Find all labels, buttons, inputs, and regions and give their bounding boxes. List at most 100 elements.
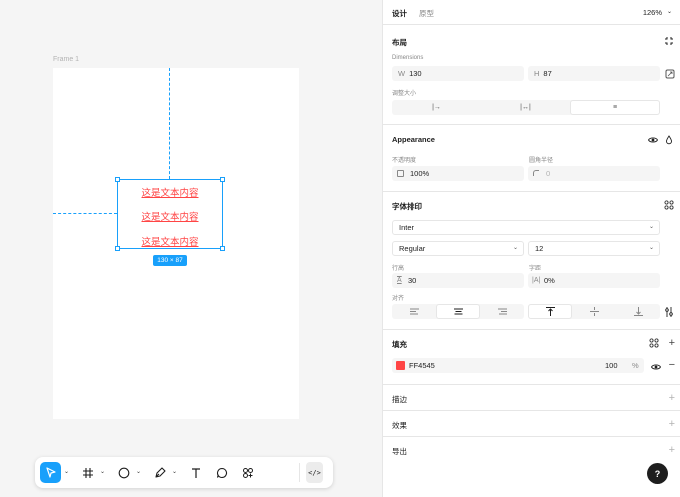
text-tool-button[interactable] [187, 462, 204, 483]
font-size-select[interactable]: 12 ⌄ [528, 241, 660, 256]
appearance-section: Appearance 不透明度 圆角半径 100% 0 [383, 125, 680, 192]
font-family-select[interactable]: Inter ⌄ [392, 220, 660, 235]
fill-color-swatch[interactable] [396, 361, 405, 370]
text-line: 这是文本内容 [141, 188, 199, 199]
resize-label: 调整大小 [392, 91, 417, 97]
height-value: 87 [543, 69, 552, 78]
stroke-title: 描边 [392, 395, 407, 404]
add-effect-icon[interactable]: + [669, 419, 675, 430]
eye-icon[interactable] [647, 134, 658, 145]
bottom-toolbar: ⌄ ⌄ ⌄ ⌄ </> [35, 457, 333, 488]
opacity-field[interactable]: 100% [392, 166, 524, 181]
remove-fill-icon[interactable]: − [669, 360, 675, 371]
align-left-button[interactable] [392, 304, 436, 319]
fill-hex-value[interactable]: FF4545 [409, 361, 435, 370]
line-height-field[interactable]: A 30 [392, 273, 524, 288]
chevron-down-icon[interactable]: ⌄ [64, 468, 69, 475]
type-styles-icon[interactable] [664, 200, 674, 210]
fill-styles-icon[interactable] [649, 338, 659, 348]
resize-fixed-option[interactable]: |→ [392, 100, 481, 115]
align-right-button[interactable] [480, 304, 524, 319]
eye-icon[interactable] [650, 361, 661, 372]
add-stroke-icon[interactable]: + [669, 393, 675, 404]
fill-title: 填充 [392, 340, 407, 349]
line-height-value: 30 [408, 276, 417, 285]
fill-opacity-value[interactable]: 100 [605, 358, 618, 373]
line-height-icon: A [397, 277, 402, 284]
tab-design[interactable]: 设计 [392, 8, 407, 19]
vertical-guide [169, 68, 170, 179]
shape-tool-button[interactable] [115, 462, 132, 483]
chevron-down-icon[interactable]: ⌄ [100, 468, 105, 475]
height-field[interactable]: H 87 [528, 66, 660, 81]
fill-row[interactable]: FF4545 100 % [392, 358, 644, 373]
resize-fill-option[interactable]: ≡ [570, 100, 660, 115]
pen-tool-button[interactable] [151, 462, 168, 483]
move-tool-button[interactable] [40, 462, 61, 483]
opacity-icon [397, 170, 404, 177]
chevron-down-icon: ⌄ [512, 245, 518, 251]
fill-section: 填充 + FF4545 100 % − [383, 330, 680, 385]
constrain-proportions-icon[interactable] [664, 68, 675, 79]
blend-drop-icon[interactable] [664, 134, 674, 145]
width-prefix: W [398, 69, 406, 78]
typography-section: 字体排印 Inter ⌄ Regular ⌄ 12 ⌄ 行高 字距 A 30 |… [383, 192, 680, 330]
comment-tool-button[interactable] [213, 462, 230, 483]
width-field[interactable]: W 130 [392, 66, 524, 81]
toolbar-divider [299, 463, 300, 482]
appearance-title: Appearance [392, 135, 435, 144]
canvas[interactable]: Frame 1 这是文本内容 这是文本内容 这是文本内容 130 × 87 ⌄ … [0, 0, 382, 497]
dev-mode-button[interactable]: </> [306, 462, 323, 483]
comment-bubble-icon [216, 467, 227, 478]
add-export-icon[interactable]: + [669, 445, 675, 456]
components-tool-button[interactable] [239, 462, 256, 483]
frame-label[interactable]: Frame 1 [53, 56, 79, 63]
fill-percent-sign: % [632, 361, 639, 370]
align-center-icon [453, 308, 463, 315]
layout-title: 布局 [392, 38, 407, 47]
zoom-level[interactable]: 126% [643, 8, 662, 17]
font-style-select[interactable]: Regular ⌄ [392, 241, 524, 256]
chevron-down-icon[interactable]: ⌄ [136, 468, 141, 475]
frame-tool-button[interactable] [79, 462, 96, 483]
align-left-icon [409, 308, 419, 315]
chevron-down-icon: ⌄ [648, 245, 654, 251]
resize-hug-option[interactable]: |↔| [481, 100, 570, 115]
letter-spacing-field[interactable]: |A| 0% [528, 273, 660, 288]
radius-label: 圆角半径 [529, 158, 554, 164]
typography-title: 字体排印 [392, 202, 422, 211]
stroke-section: 描边 + [383, 385, 680, 411]
chevron-down-icon[interactable]: ⌄ [667, 8, 672, 15]
letter-spacing-value: 0% [544, 276, 555, 285]
frame-hash-icon [82, 467, 93, 478]
circle-icon [118, 467, 129, 478]
selected-text-layer[interactable]: 这是文本内容 这是文本内容 这是文本内容 [115, 177, 225, 251]
align-top-button[interactable] [528, 304, 572, 319]
align-bottom-button[interactable] [616, 304, 660, 319]
effects-title: 效果 [392, 421, 407, 430]
resize-handle-top-left[interactable] [115, 177, 120, 182]
corner-radius-value: 0 [546, 169, 551, 178]
align-top-icon [545, 307, 555, 316]
horizontal-align-control [392, 304, 524, 319]
code-icon: </> [308, 468, 321, 477]
add-fill-icon[interactable]: + [669, 338, 675, 349]
align-middle-button[interactable] [572, 304, 616, 319]
text-settings-icon[interactable] [664, 306, 674, 317]
align-bottom-icon [633, 307, 643, 316]
properties-panel: 设计 原型 126% ⌄ 布局 Dimensions W 130 H 87 调整大小… [382, 0, 680, 497]
collapse-icon[interactable] [664, 36, 674, 46]
chevron-down-icon[interactable]: ⌄ [172, 468, 177, 475]
chevron-down-icon: ⌄ [648, 224, 654, 230]
layout-section: 布局 Dimensions W 130 H 87 调整大小 |→ |↔| ≡ [383, 25, 680, 125]
resize-handle-top-right[interactable] [220, 177, 225, 182]
tab-prototype[interactable]: 原型 [419, 8, 434, 19]
corner-radius-icon [533, 170, 539, 176]
height-prefix: H [534, 69, 540, 78]
text-line: 这是文本内容 [141, 212, 199, 223]
align-center-button[interactable] [436, 304, 480, 319]
align-label: 对齐 [392, 296, 405, 302]
help-button[interactable]: ? [647, 463, 668, 484]
corner-radius-field[interactable]: 0 [528, 166, 660, 181]
export-section: 导出 + [383, 437, 680, 463]
